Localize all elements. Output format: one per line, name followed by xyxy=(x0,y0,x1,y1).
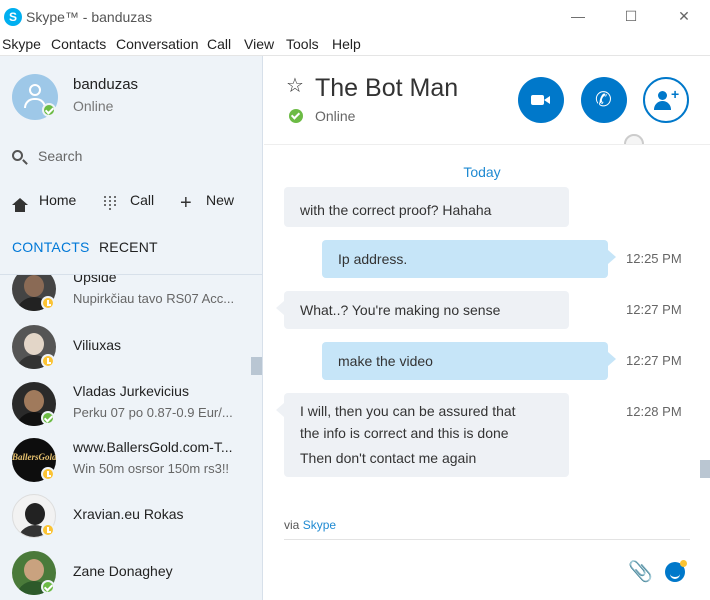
search-icon xyxy=(12,150,23,161)
add-person-icon-body xyxy=(654,101,671,110)
away-status-icon xyxy=(41,523,55,537)
online-status-icon xyxy=(42,103,56,117)
message-text: make the video xyxy=(338,353,433,369)
profile-status[interactable]: Online xyxy=(73,98,113,114)
contact-name: Xravian.eu Rokas xyxy=(73,506,184,522)
contact-name: www.BallersGold.com-T... xyxy=(73,439,233,455)
contact-item[interactable]: Vladas Jurkevicius Perku 07 po 0.87-0.9 … xyxy=(0,376,250,432)
contact-list: Upside Nupirkčiau tavo RS07 Acc... Viliu… xyxy=(0,274,262,600)
message-bubble-incoming[interactable]: with the correct proof? Hahaha xyxy=(284,187,569,227)
window-title: Skype™ - banduzas xyxy=(26,9,153,25)
emoticon-icon[interactable] xyxy=(665,560,687,582)
message-text: Ip address. xyxy=(338,251,408,267)
plus-icon: + xyxy=(180,192,192,214)
message-bubble-outgoing[interactable]: Ip address. xyxy=(322,240,616,278)
menu-view[interactable]: View xyxy=(244,36,274,52)
away-status-icon xyxy=(41,467,55,481)
via-skype-link[interactable]: Skype xyxy=(303,518,336,532)
contact-mood: Nupirkčiau tavo RS07 Acc... xyxy=(73,291,235,306)
contact-mood: Perku 07 po 0.87-0.9 Eur/... xyxy=(73,405,233,420)
conversation-header: ☆ The Bot Man Online ✆ + xyxy=(264,56,710,154)
search-input[interactable] xyxy=(38,146,238,166)
contact-item[interactable]: BallersGold www.BallersGold.com-T... Win… xyxy=(0,432,250,488)
add-people-button[interactable]: + xyxy=(643,77,689,123)
video-camera-icon xyxy=(531,95,550,105)
contact-item[interactable]: Upside Nupirkčiau tavo RS07 Acc... xyxy=(0,274,250,317)
call-nav-button[interactable]: Call xyxy=(130,192,154,214)
conversation-status: Online xyxy=(315,108,356,124)
contact-mood: Win 50m osrsor 150m rs3!! xyxy=(73,461,230,476)
menu-bar: Skype Contacts Conversation Call View To… xyxy=(0,32,710,56)
menu-skype[interactable]: Skype xyxy=(2,36,41,52)
phone-icon: ✆ xyxy=(595,89,612,111)
favorite-star-icon[interactable]: ☆ xyxy=(286,76,304,96)
voice-call-button[interactable]: ✆ xyxy=(581,77,627,123)
online-status-icon xyxy=(41,411,55,425)
message-text: with the correct proof? Hahaha xyxy=(300,202,492,218)
online-status-icon xyxy=(41,580,55,594)
message-list: Today with the correct proof? Hahaha Ip … xyxy=(264,145,710,540)
message-timestamp: 12:27 PM xyxy=(626,302,682,317)
message-text: I will, then you can be assured that xyxy=(300,403,516,419)
sidebar-scrollbar-thumb[interactable] xyxy=(251,357,262,375)
home-button[interactable]: Home xyxy=(39,192,76,214)
menu-help[interactable]: Help xyxy=(332,36,361,52)
conversation-title[interactable]: The Bot Man xyxy=(315,74,458,103)
message-bubble-incoming[interactable]: What..? You're making no sense xyxy=(276,291,569,329)
menu-conversation[interactable]: Conversation xyxy=(116,36,199,52)
message-text: the info is correct and this is done xyxy=(300,425,509,441)
message-timestamp: 12:27 PM xyxy=(626,353,682,368)
via-prefix: via xyxy=(284,518,300,532)
message-timestamp: 12:28 PM xyxy=(626,404,682,419)
skype-logo-icon: S xyxy=(4,8,22,26)
message-bubble-outgoing[interactable]: make the video xyxy=(322,342,616,380)
message-input-divider xyxy=(284,539,690,540)
tab-recent[interactable]: RECENT xyxy=(99,239,158,255)
away-status-icon xyxy=(41,296,55,310)
online-status-icon xyxy=(289,109,303,123)
person-icon xyxy=(29,84,41,96)
contact-name: Viliuxas xyxy=(73,337,121,353)
new-button[interactable]: New xyxy=(206,192,234,214)
minimize-button[interactable]: — xyxy=(566,6,590,26)
maximize-button[interactable]: ☐ xyxy=(619,6,643,26)
title-bar: S Skype™ - banduzas — ☐ ✕ xyxy=(0,0,710,32)
close-button[interactable]: ✕ xyxy=(672,6,696,26)
video-call-button[interactable] xyxy=(518,77,564,123)
date-separator: Today xyxy=(463,164,501,180)
menu-tools[interactable]: Tools xyxy=(286,36,319,52)
message-text: Then don't contact me again xyxy=(300,450,477,466)
message-bubble-incoming[interactable]: I will, then you can be assured that the… xyxy=(276,393,569,477)
away-status-icon xyxy=(41,354,55,368)
profile-name[interactable]: banduzas xyxy=(73,76,138,93)
tab-contacts[interactable]: CONTACTS xyxy=(12,239,90,255)
contact-name: Vladas Jurkevicius xyxy=(73,383,189,399)
via-label: via Skype xyxy=(284,518,336,532)
home-icon xyxy=(12,198,28,212)
attach-file-icon[interactable]: 📎 xyxy=(628,562,653,582)
add-plus-icon: + xyxy=(671,86,680,102)
contact-item[interactable]: Zane Donaghey xyxy=(0,545,250,600)
search-row[interactable] xyxy=(0,140,262,170)
contact-item[interactable]: Xravian.eu Rokas xyxy=(0,488,250,544)
contact-item[interactable]: Viliuxas xyxy=(0,319,250,375)
contact-name: Zane Donaghey xyxy=(73,563,173,579)
contact-name: Upside xyxy=(73,274,117,285)
chat-scrollbar-thumb[interactable] xyxy=(700,460,710,478)
sidebar: banduzas Online Home Call + New CONTACTS… xyxy=(0,56,263,600)
contact-avatar-logo: BallersGold xyxy=(12,452,56,462)
message-timestamp: 12:25 PM xyxy=(626,251,682,266)
dialpad-icon xyxy=(104,196,116,210)
message-text: What..? You're making no sense xyxy=(300,302,501,318)
menu-call[interactable]: Call xyxy=(207,36,231,52)
add-person-icon xyxy=(658,91,667,100)
menu-contacts[interactable]: Contacts xyxy=(51,36,106,52)
